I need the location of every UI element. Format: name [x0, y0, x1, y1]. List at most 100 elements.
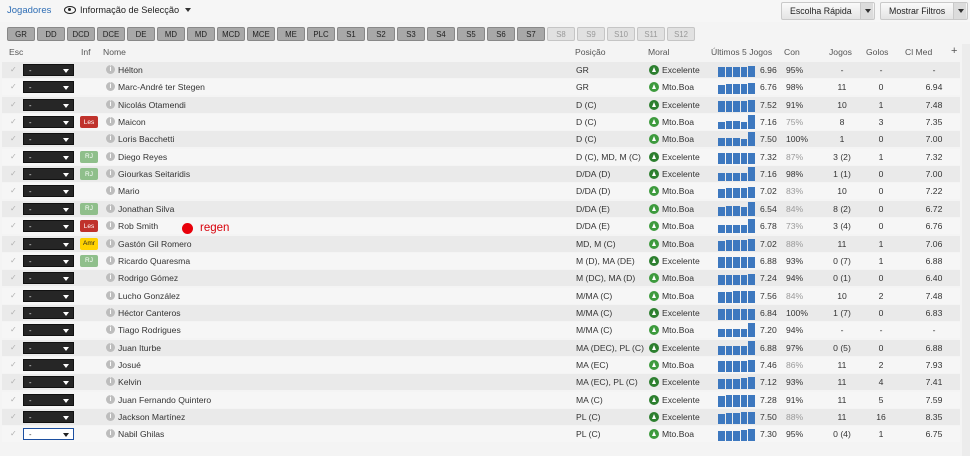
position-chip[interactable]: S3 [397, 27, 425, 41]
player-name[interactable]: Mario [118, 186, 140, 196]
col-con[interactable]: Con [784, 47, 800, 57]
info-icon[interactable]: i [106, 255, 115, 265]
table-row[interactable]: ✓ - i Josué MA (EC) Mto.Boa 7.46 86% 11 2 7.93 [2, 356, 960, 373]
selection-dropdown[interactable]: - [23, 358, 74, 371]
info-icon[interactable]: i [106, 325, 115, 335]
status-badge[interactable]: Les [80, 220, 98, 233]
check-icon[interactable]: ✓ [10, 83, 18, 91]
position-chip[interactable]: S12 [667, 27, 695, 41]
quick-pick-button[interactable]: Escolha Rápida [781, 2, 875, 20]
col-posicao[interactable]: Posição [575, 47, 606, 57]
player-name[interactable]: Jackson Martínez [118, 412, 185, 422]
player-name[interactable]: Juan Fernando Quintero [118, 395, 211, 405]
form-bars[interactable] [718, 150, 756, 164]
info-icon[interactable]: i [106, 429, 115, 439]
position-chip[interactable]: S4 [427, 27, 455, 41]
check-icon[interactable]: ✓ [10, 118, 18, 126]
status-badge[interactable]: Les [80, 116, 98, 129]
info-icon[interactable]: i [106, 273, 115, 283]
form-bars[interactable] [718, 219, 756, 234]
form-bars[interactable] [718, 323, 756, 338]
check-icon[interactable]: ✓ [10, 326, 18, 334]
selection-dropdown[interactable]: - [23, 116, 74, 129]
player-name[interactable]: Juan Iturbe [118, 343, 161, 353]
table-row[interactable]: ✓ - i Kelvin MA (EC), PL (C) Excelente 7.12 93%… [2, 374, 960, 391]
table-row[interactable]: ✓ - RJ i Jonathan Silva D/DA (E) Mto.Boa 6.54 84… [2, 200, 960, 217]
check-icon[interactable]: ✓ [10, 360, 18, 369]
position-chip[interactable]: MCE [247, 27, 275, 41]
status-badge[interactable]: RJ [80, 168, 98, 181]
selection-dropdown[interactable]: - [23, 168, 74, 181]
table-row[interactable]: ✓ - i Mario D/DA (D) Mto.Boa 7.02 83% 10 0 7.22 [2, 183, 960, 200]
table-row[interactable]: ✓ - i Jackson Martínez PL (C) Excelente 7.50 88… [2, 409, 960, 425]
col-golos[interactable]: Golos [866, 47, 888, 57]
player-name[interactable]: Héctor Canteros [118, 308, 181, 318]
position-chip[interactable]: GR [7, 27, 35, 41]
selection-dropdown[interactable]: - [23, 341, 74, 354]
player-name[interactable]: Maicon [118, 117, 146, 127]
form-bars[interactable] [718, 289, 756, 303]
position-chip[interactable]: S2 [367, 27, 395, 41]
info-icon[interactable]: i [106, 169, 115, 179]
form-bars[interactable] [718, 410, 756, 424]
form-bars[interactable] [718, 132, 756, 147]
form-bars[interactable] [718, 167, 756, 182]
player-name[interactable]: Marc-André ter Stegen [118, 82, 205, 92]
table-row[interactable]: ✓ - Les i Maicon D (C) Mto.Boa 7.16 75% 8 3 7.35 [2, 114, 960, 131]
selection-dropdown[interactable]: - [23, 393, 74, 406]
table-row[interactable]: ✓ - Amr i Gastón Gil Romero MD, M (C) Mto.Boa 7… [2, 235, 960, 252]
check-icon[interactable]: ✓ [10, 187, 18, 195]
col-moral[interactable]: Moral [648, 47, 670, 57]
player-name[interactable]: Loris Bacchetti [118, 134, 174, 144]
page-title[interactable]: Jogadores [7, 5, 51, 16]
selection-dropdown[interactable]: - [23, 64, 74, 76]
table-row[interactable]: ✓ - RJ i Ricardo Quaresma M (D), MA (DE) Excel… [2, 252, 960, 269]
table-row[interactable]: ✓ - i Nabil Ghilas PL (C) Mto.Boa 7.30 95% 0 (4)… [2, 426, 960, 443]
info-icon[interactable]: i [106, 151, 115, 161]
check-icon[interactable]: ✓ [10, 66, 18, 74]
selection-dropdown[interactable]: - [23, 324, 74, 337]
player-name[interactable]: Giourkas Seitaridis [118, 169, 190, 179]
table-row[interactable]: ✓ - Les i Rob Smith D/DA (E) Mto.Boa 6.78 73% 3 (… [2, 218, 960, 235]
check-icon[interactable]: ✓ [10, 100, 18, 109]
table-row[interactable]: ✓ - i Marc-André ter Stegen GR Mto.Boa 6.76 98%… [2, 79, 960, 96]
table-row[interactable]: ✓ - i Juan Iturbe MA (DEC), PL (C) Excelente 6… [2, 339, 960, 356]
position-chip[interactable]: S5 [457, 27, 485, 41]
check-icon[interactable]: ✓ [10, 152, 18, 161]
check-icon[interactable]: ✓ [10, 413, 18, 421]
info-icon[interactable]: i [106, 82, 115, 92]
table-row[interactable]: ✓ - i Hélton GR Excelente 6.96 95% - - - [2, 62, 960, 78]
info-icon[interactable]: i [106, 342, 115, 352]
selection-dropdown[interactable]: - [23, 185, 74, 198]
show-filters-button[interactable]: Mostrar Filtros [880, 2, 968, 20]
table-row[interactable]: ✓ - i Loris Bacchetti D (C) Mto.Boa 7.50 100% 1 0… [2, 131, 960, 148]
check-icon[interactable]: ✓ [10, 430, 18, 438]
player-name[interactable]: Rob Smith [118, 221, 158, 231]
position-chip[interactable]: S10 [607, 27, 635, 41]
form-bars[interactable] [718, 340, 756, 355]
position-chip[interactable]: DD [37, 27, 65, 41]
form-bars[interactable] [718, 63, 756, 77]
form-bars[interactable] [718, 306, 756, 320]
player-name[interactable]: Kelvin [118, 377, 141, 387]
info-icon[interactable]: i [106, 203, 115, 213]
selection-dropdown[interactable]: - [23, 272, 74, 285]
check-icon[interactable]: ✓ [10, 256, 18, 265]
info-icon[interactable]: i [106, 377, 115, 387]
check-icon[interactable]: ✓ [10, 135, 18, 143]
form-bars[interactable] [718, 427, 756, 442]
info-icon[interactable]: i [106, 221, 115, 231]
player-name[interactable]: Tiago Rodrigues [118, 325, 181, 335]
table-row[interactable]: ✓ - i Lucho González M/MA (C) Mto.Boa 7.56 84% 1… [2, 287, 960, 304]
selection-dropdown[interactable]: - [23, 150, 74, 163]
selection-dropdown[interactable]: - [23, 428, 74, 441]
col-ultimos[interactable]: Últimos 5 Jogos [711, 47, 772, 57]
form-bars[interactable] [718, 254, 756, 268]
position-chip[interactable]: S6 [487, 27, 515, 41]
check-icon[interactable]: ✓ [10, 308, 18, 317]
selection-dropdown[interactable]: - [23, 81, 74, 94]
check-icon[interactable]: ✓ [10, 395, 18, 404]
form-bars[interactable] [718, 201, 756, 216]
selection-dropdown[interactable]: - [23, 376, 74, 389]
form-bars[interactable] [718, 375, 756, 390]
